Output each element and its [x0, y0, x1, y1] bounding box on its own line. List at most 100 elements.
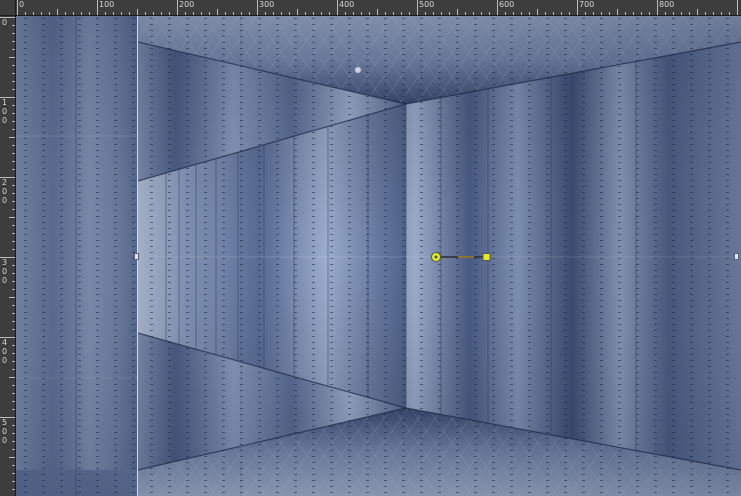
ruler-tick: [249, 12, 250, 15]
ruler-tick: [337, 0, 338, 15]
ruler-tick: [113, 12, 114, 15]
ruler-tick: [12, 209, 15, 210]
ruler-tick: [12, 369, 15, 370]
ruler-tick: [12, 305, 15, 306]
ruler-tick: [497, 0, 498, 15]
ruler-tick: [12, 425, 15, 426]
ruler-label-h: 700: [579, 0, 595, 9]
ruler-tick: [12, 169, 15, 170]
ruler-tick: [713, 12, 714, 15]
left-edge-handle[interactable]: [134, 253, 139, 260]
ruler-tick: [121, 12, 122, 15]
ruler-tick: [369, 12, 370, 15]
ruler-label-h: 400: [339, 0, 355, 9]
ruler-tick: [377, 9, 378, 15]
ruler-tick: [225, 12, 226, 15]
ruler-tick: [57, 9, 58, 15]
ruler-tick: [12, 401, 15, 402]
ruler-tick: [12, 241, 15, 242]
ruler-tick: [209, 12, 210, 15]
ruler-tick: [12, 273, 15, 274]
ruler-tick: [513, 12, 514, 15]
ruler-tick: [265, 12, 266, 15]
ruler-tick: [729, 12, 730, 15]
ruler-label-h: 100: [99, 0, 115, 9]
ruler-tick: [233, 12, 234, 15]
ruler-tick: [9, 457, 15, 458]
ruler-tick: [12, 345, 15, 346]
ruler-tick: [273, 12, 274, 15]
ruler-tick: [12, 121, 15, 122]
ruler-tick: [169, 12, 170, 15]
ruler-tick: [409, 12, 410, 15]
ruler-tick: [281, 12, 282, 15]
ruler-tick: [321, 12, 322, 15]
ruler-tick: [12, 193, 15, 194]
ruler-tick: [601, 12, 602, 15]
ruler-tick: [593, 12, 594, 15]
ruler-label-h: 300: [259, 0, 275, 9]
ruler-tick: [161, 12, 162, 15]
canvas-artwork: [16, 16, 741, 496]
rotation-handle-icon[interactable]: [482, 253, 491, 261]
ruler-tick: [689, 12, 690, 15]
ruler-tick: [649, 12, 650, 15]
ruler-tick: [489, 12, 490, 15]
ruler-tick: [12, 441, 15, 442]
ruler-tick: [481, 12, 482, 15]
ruler-tick: [12, 225, 15, 226]
ruler-tick: [9, 137, 15, 138]
rotation-widget[interactable]: [428, 249, 494, 265]
ruler-tick: [12, 73, 15, 74]
ruler-tick: [193, 12, 194, 15]
ruler-tick: [185, 12, 186, 15]
ruler-tick: [33, 12, 34, 15]
ruler-tick: [49, 12, 50, 15]
ruler-tick: [41, 12, 42, 15]
ruler-tick: [617, 9, 618, 15]
horizontal-ruler[interactable]: 0 100 200 300 400 500 600 700 800: [0, 0, 741, 16]
ruler-tick: [12, 281, 15, 282]
ruler-label-h: 200: [179, 0, 195, 9]
ruler-tick: [657, 0, 658, 15]
ruler-tick: [12, 145, 15, 146]
ruler-tick: [12, 313, 15, 314]
ruler-tick: [12, 249, 15, 250]
ruler-tick: [145, 12, 146, 15]
ruler-label-h: 600: [499, 0, 515, 9]
ruler-tick: [12, 321, 15, 322]
ruler-tick: [625, 12, 626, 15]
ruler-label-h: 0: [19, 0, 25, 9]
ruler-tick: [201, 12, 202, 15]
right-edge-handle[interactable]: [734, 253, 739, 260]
ruler-tick: [697, 9, 698, 15]
ruler-tick: [609, 12, 610, 15]
ruler-tick: [12, 41, 15, 42]
ruler-tick: [12, 113, 15, 114]
ruler-tick: [12, 81, 15, 82]
ruler-tick: [537, 9, 538, 15]
ruler-tick: [9, 57, 15, 58]
ruler-tick: [737, 0, 738, 15]
ruler-tick: [12, 105, 15, 106]
ruler-tick: [433, 12, 434, 15]
ruler-tick: [441, 12, 442, 15]
ruler-tick: [105, 12, 106, 15]
ruler-tick: [353, 12, 354, 15]
ruler-tick: [361, 12, 362, 15]
ruler-tick: [665, 12, 666, 15]
ruler-tick: [9, 217, 15, 218]
ruler-tick: [329, 12, 330, 15]
ruler-tick: [12, 89, 15, 90]
image-canvas[interactable]: [16, 16, 741, 496]
ruler-tick: [257, 0, 258, 15]
ruler-tick: [641, 12, 642, 15]
ruler-tick: [401, 12, 402, 15]
ruler-tick: [633, 12, 634, 15]
ruler-tick: [97, 0, 98, 15]
ruler-tick: [129, 12, 130, 15]
vertical-ruler[interactable]: 0100200300400500: [0, 15, 16, 496]
ruler-tick: [12, 65, 15, 66]
ruler-tick: [12, 481, 15, 482]
ruler-tick: [12, 185, 15, 186]
